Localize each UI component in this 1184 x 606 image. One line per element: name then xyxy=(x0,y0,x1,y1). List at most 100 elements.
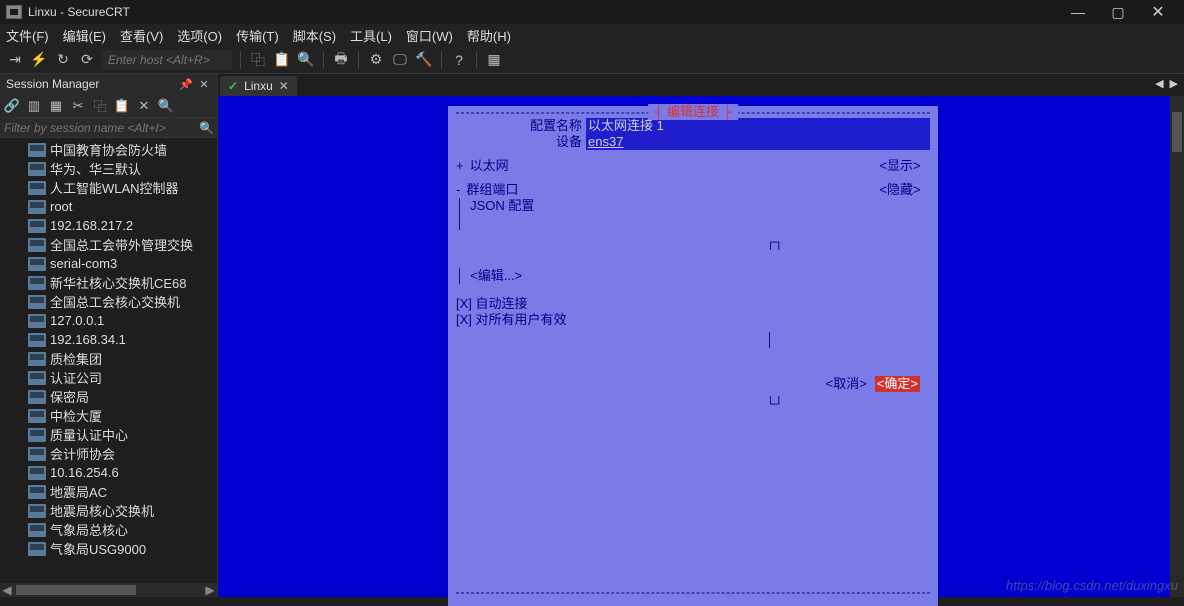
session-options-icon[interactable]: 🖵 xyxy=(391,51,409,69)
maximize-button[interactable]: ▢ xyxy=(1098,0,1138,24)
session-item[interactable]: 质量认证中心 xyxy=(0,425,217,444)
tab-close-icon[interactable]: ✕ xyxy=(279,79,289,93)
close-button[interactable]: ✕ xyxy=(1138,0,1178,24)
session-item[interactable]: 保密局 xyxy=(0,387,217,406)
app-icon xyxy=(6,5,22,19)
session-label: 华为、华三默认 xyxy=(50,159,141,178)
tree-scrollbar[interactable]: ◀▶ xyxy=(0,583,217,597)
session-label: 气象局USG9000 xyxy=(50,539,146,558)
json-config[interactable]: JSON 配置 xyxy=(470,198,534,213)
session-item[interactable]: 认证公司 xyxy=(0,368,217,387)
session-label: 全国总工会核心交换机 xyxy=(50,292,180,311)
connect-icon[interactable]: ⇥ xyxy=(6,51,24,69)
loop-icon[interactable]: ⟳ xyxy=(78,51,96,69)
delete-icon[interactable]: ✕ xyxy=(136,98,152,114)
filter-input[interactable] xyxy=(4,121,199,135)
session-icon xyxy=(28,466,46,480)
panel-close-icon[interactable]: ✕ xyxy=(197,78,211,91)
session-item[interactable]: 全国总工会带外管理交换 xyxy=(0,235,217,254)
tools-icon[interactable]: 🔨 xyxy=(415,51,433,69)
session-item[interactable]: 127.0.0.1 xyxy=(0,311,217,330)
new-session-icon[interactable]: ▥ xyxy=(26,98,42,114)
terminal-scrollbar[interactable] xyxy=(1170,96,1184,597)
session-item[interactable]: 新华社核心交换机CE68 xyxy=(0,273,217,292)
scroll-left-icon[interactable]: ◀ xyxy=(0,583,14,597)
menu-view[interactable]: 查看(V) xyxy=(120,26,163,45)
scrollbar-segment: │ xyxy=(456,332,930,348)
paste-icon[interactable]: 📋 xyxy=(273,51,291,69)
menu-edit[interactable]: 编辑(E) xyxy=(63,26,106,45)
show-button[interactable]: <显示> xyxy=(870,158,930,174)
section-group-port[interactable]: 群组端口 xyxy=(466,182,518,197)
copy-icon[interactable]: ⿻ xyxy=(92,98,108,114)
search-icon[interactable]: 🔍 xyxy=(158,98,174,114)
hide-button[interactable]: <隐藏> xyxy=(870,182,930,198)
session-item[interactable]: 质检集团 xyxy=(0,349,217,368)
cut-icon[interactable]: ✂ xyxy=(70,98,86,114)
menu-transfer[interactable]: 传输(T) xyxy=(236,26,279,45)
session-item[interactable]: root xyxy=(0,197,217,216)
session-tree[interactable]: 中国教育协会防火墙华为、华三默认人工智能WLAN控制器 root 192.168.2… xyxy=(0,138,217,597)
print-icon[interactable]: 🖶 xyxy=(332,51,350,69)
menu-window[interactable]: 窗口(W) xyxy=(406,26,453,45)
minimize-button[interactable]: — xyxy=(1058,0,1098,24)
edit-button[interactable]: <编辑...> xyxy=(470,268,522,283)
terminal[interactable]: ┤ 编辑连接 ├ 配置名称 以太网连接 1 设备 ens37 +以太网 <显示>… xyxy=(218,96,1184,597)
pin-icon[interactable]: 📌 xyxy=(179,78,193,91)
new-folder-icon[interactable]: ▦ xyxy=(48,98,64,114)
session-item[interactable]: 中检大厦 xyxy=(0,406,217,425)
session-label: 会计师协会 xyxy=(50,444,115,463)
watermark: https://blog.csdn.net/duxingxu xyxy=(1006,578,1178,593)
session-item[interactable]: 气象局USG9000 xyxy=(0,539,217,558)
session-label: root xyxy=(50,199,72,214)
session-item[interactable]: 气象局总核心 xyxy=(0,520,217,539)
panel-toolbar: 🔗 ▥ ▦ ✂ ⿻ 📋 ✕ 🔍 xyxy=(0,94,217,118)
session-label: 保密局 xyxy=(50,387,89,406)
ok-button[interactable]: <确定> xyxy=(875,376,920,392)
session-item[interactable]: 地震局AC xyxy=(0,482,217,501)
session-icon xyxy=(28,181,46,195)
check-all-users[interactable]: [X] 对所有用户有效 xyxy=(456,312,930,328)
menu-help[interactable]: 帮助(H) xyxy=(467,26,511,45)
host-input[interactable] xyxy=(102,50,232,70)
session-icon xyxy=(28,504,46,518)
content-area: ✓ Linxu ✕ ◀ ▶ ┤ 编辑连接 ├ 配置名称 以太网连接 1 设备 xyxy=(218,74,1184,597)
session-label: 气象局总核心 xyxy=(50,520,128,539)
tab-prev-icon[interactable]: ◀ xyxy=(1155,77,1163,90)
session-item[interactable]: 192.168.217.2 xyxy=(0,216,217,235)
menu-options[interactable]: 选项(O) xyxy=(177,26,222,45)
options-icon[interactable]: ⚙ xyxy=(367,51,385,69)
connected-check-icon: ✓ xyxy=(228,79,238,93)
session-item[interactable]: 华为、华三默认 xyxy=(0,159,217,178)
session-item[interactable]: 10.16.254.6 xyxy=(0,463,217,482)
session-item[interactable]: 192.168.34.1 xyxy=(0,330,217,349)
session-item[interactable]: serial-com3 xyxy=(0,254,217,273)
copy-icon[interactable]: ⿻ xyxy=(249,51,267,69)
quick-connect-icon[interactable]: ⚡ xyxy=(30,51,48,69)
menu-file[interactable]: 文件(F) xyxy=(6,26,49,45)
help-icon[interactable]: ? xyxy=(450,51,468,69)
tab-linxu[interactable]: ✓ Linxu ✕ xyxy=(220,76,297,96)
session-item[interactable]: 人工智能WLAN控制器 xyxy=(0,178,217,197)
search-icon[interactable]: 🔍 xyxy=(199,121,213,135)
session-item[interactable]: 地震局核心交换机 xyxy=(0,501,217,520)
menu-script[interactable]: 脚本(S) xyxy=(293,26,336,45)
separator xyxy=(358,51,359,69)
field-config-name[interactable]: 以太网连接 1 xyxy=(586,118,930,134)
menu-tools[interactable]: 工具(L) xyxy=(350,26,392,45)
reconnect-icon[interactable]: ↻ xyxy=(54,51,72,69)
session-item[interactable]: 全国总工会核心交换机 xyxy=(0,292,217,311)
session-item[interactable]: 会计师协会 xyxy=(0,444,217,463)
cancel-button[interactable]: <取消> xyxy=(826,376,867,392)
check-auto-connect[interactable]: [X] 自动连接 xyxy=(456,296,930,312)
scroll-right-icon[interactable]: ▶ xyxy=(203,583,217,597)
field-device[interactable]: ens37 xyxy=(586,134,930,150)
session-item[interactable]: 中国教育协会防火墙 xyxy=(0,140,217,159)
session-icon xyxy=(28,295,46,309)
find-icon[interactable]: 🔍 xyxy=(297,51,315,69)
link-icon[interactable]: 🔗 xyxy=(4,98,20,114)
section-ethernet[interactable]: 以太网 xyxy=(470,158,509,173)
tab-next-icon[interactable]: ▶ xyxy=(1170,77,1178,90)
paste-icon[interactable]: 📋 xyxy=(114,98,130,114)
app-icon[interactable]: ▦ xyxy=(485,51,503,69)
